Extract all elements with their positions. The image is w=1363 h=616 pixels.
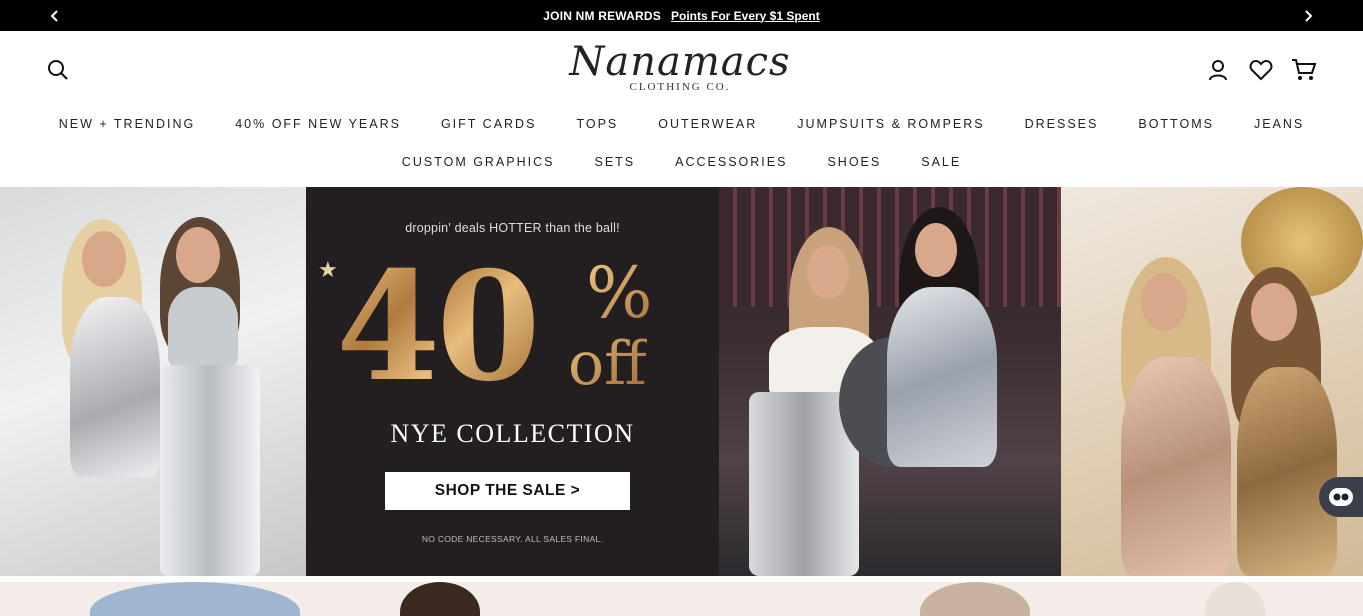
model-face (176, 227, 220, 283)
category-image[interactable] (920, 582, 1030, 616)
main-nav-row-1: NEW + TRENDING 40% OFF NEW YEARS GIFT CA… (0, 117, 1363, 131)
nav-item-bottoms[interactable]: BOTTOMS (1138, 117, 1214, 131)
hero-promo-panel[interactable]: droppin' deals HOTTER than the ball! ★ 4… (306, 187, 719, 576)
nav-item-outerwear[interactable]: OUTERWEAR (658, 117, 757, 131)
model-sequin-pants (160, 365, 260, 576)
cart-icon (1292, 59, 1317, 80)
model-face (82, 231, 126, 287)
search-icon (48, 60, 68, 80)
logo-wordmark: Nanamacs (569, 39, 791, 85)
hero-banner[interactable]: droppin' deals HOTTER than the ball! ★ 4… (0, 187, 1363, 576)
promo-headline: NYE COLLECTION (390, 419, 635, 448)
model-sequin-dress (70, 297, 160, 477)
category-image[interactable] (1205, 582, 1265, 616)
category-image[interactable] (400, 582, 480, 616)
nav-item-sale[interactable]: SALE (921, 155, 961, 169)
nav-item-shoes[interactable]: SHOES (827, 155, 881, 169)
hero-photo-silver-outfits[interactable] (0, 187, 306, 576)
nav-item-gift-cards[interactable]: GIFT CARDS (441, 117, 536, 131)
model-gold-dress (1237, 367, 1337, 576)
model-printed-dress (887, 287, 997, 467)
nav-item-40-off-new-years[interactable]: 40% OFF NEW YEARS (235, 117, 401, 131)
promo-fineprint: NO CODE NECESSARY. ALL SALES FINAL. (421, 534, 604, 544)
model-face (807, 245, 849, 299)
model-crop-top (168, 287, 238, 367)
nav-item-accessories[interactable]: ACCESSORIES (675, 155, 787, 169)
model-face (1141, 273, 1187, 331)
nav-item-custom-graphics[interactable]: CUSTOM GRAPHICS (402, 155, 555, 169)
promo-tagline: droppin' deals HOTTER than the ball! (405, 221, 620, 235)
search-button[interactable] (45, 57, 71, 83)
chat-widget-button[interactable] (1319, 477, 1363, 517)
category-strip (0, 582, 1363, 616)
announcement-bar: JOIN NM REWARDS Points For Every $1 Spen… (0, 0, 1363, 31)
account-button[interactable] (1205, 57, 1231, 83)
wishlist-button[interactable] (1248, 57, 1274, 83)
model-face (1251, 283, 1297, 341)
chevron-left-icon (50, 9, 58, 22)
nav-item-tops[interactable]: TOPS (576, 117, 618, 131)
nav-item-jumpsuits-rompers[interactable]: JUMPSUITS & ROMPERS (797, 117, 984, 131)
promo-percent-number: 40 (336, 239, 541, 415)
chevron-right-icon (1305, 9, 1313, 22)
nav-item-jeans[interactable]: JEANS (1254, 117, 1304, 131)
promo-off-text: off (568, 329, 647, 399)
category-image[interactable] (90, 582, 300, 616)
site-logo[interactable]: Nanamacs CLOTHING CO. (530, 39, 830, 99)
nav-item-dresses[interactable]: DRESSES (1025, 117, 1099, 131)
model-face (915, 223, 957, 277)
cart-button[interactable] (1291, 57, 1317, 83)
nav-item-new-trending[interactable]: NEW + TRENDING (59, 117, 195, 131)
promo-discount: 40 % off (336, 247, 689, 407)
star-icon: ★ (318, 257, 338, 282)
nav-item-sets[interactable]: SETS (595, 155, 636, 169)
announcement-link[interactable]: Points For Every $1 Spent (671, 9, 820, 23)
hero-photo-bar-scene[interactable] (719, 187, 1061, 576)
announcement-prev-button[interactable] (40, 0, 70, 31)
account-icon (1209, 60, 1227, 81)
chat-bot-icon (1329, 488, 1353, 506)
announcement-text: JOIN NM REWARDS (543, 8, 661, 23)
announcement-next-button[interactable] (1293, 0, 1323, 31)
shop-the-sale-button[interactable]: SHOP THE SALE > (385, 472, 630, 510)
site-header: Nanamacs CLOTHING CO. NEW + TRENDING 40%… (0, 31, 1363, 187)
heart-icon (1249, 59, 1273, 81)
bar-shelves (719, 187, 1061, 307)
promo-percent-sign: % (586, 252, 653, 334)
main-nav-row-2: CUSTOM GRAPHICS SETS ACCESSORIES SHOES S… (0, 155, 1363, 169)
model-sequin-dress (1121, 357, 1231, 576)
hero-photo-confetti[interactable] (1061, 187, 1363, 576)
